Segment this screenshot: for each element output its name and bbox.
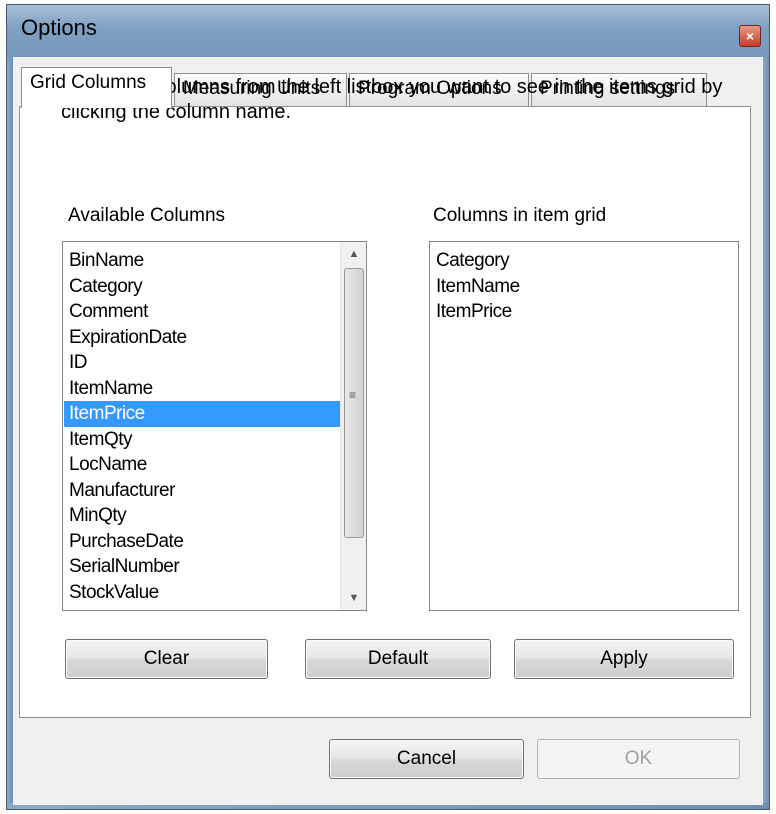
list-item[interactable]: ItemPrice <box>431 299 731 325</box>
clear-button[interactable]: Clear <box>65 639 268 679</box>
tab-label: Grid Columns <box>30 72 147 93</box>
list-item[interactable]: ID <box>64 350 340 376</box>
list-item[interactable]: LocName <box>64 452 340 478</box>
list-item[interactable]: ExpirationDate <box>64 325 340 351</box>
close-icon[interactable]: × <box>739 25 761 47</box>
ok-button[interactable]: OK <box>537 739 740 779</box>
list-item[interactable]: ItemPrice <box>64 401 340 427</box>
list-item[interactable]: ItemName <box>431 274 731 300</box>
list-item[interactable]: PurchaseDate <box>64 529 340 555</box>
list-item[interactable]: SerialNumber <box>64 554 340 580</box>
list-item[interactable]: Comment <box>64 299 340 325</box>
columns-in-grid-listbox[interactable]: Category ItemName ItemPrice <box>429 241 739 611</box>
default-button[interactable]: Default <box>305 639 491 679</box>
window-title: Options <box>21 15 97 40</box>
available-columns-label: Available Columns <box>68 205 226 226</box>
tab-grid-columns[interactable]: Grid Columns <box>21 67 172 108</box>
apply-button[interactable]: Apply <box>514 639 734 679</box>
available-columns-listbox[interactable]: BinName Category Comment ExpirationDate ID It… <box>62 241 367 611</box>
list-item[interactable]: Category <box>64 274 340 300</box>
window-frame-right <box>763 57 769 809</box>
grip-icon: ≡ <box>349 388 357 402</box>
title-bar[interactable]: Options × <box>7 5 769 57</box>
list-item[interactable]: BinName <box>64 248 340 274</box>
cancel-button[interactable]: Cancel <box>329 739 524 779</box>
scroll-down-icon[interactable]: ▼ <box>341 586 366 610</box>
vertical-scrollbar[interactable]: ▲ ≡ ▼ <box>340 242 366 610</box>
options-dialog: Options × Grid Columns Measuring Units P… <box>6 4 770 810</box>
list-item[interactable]: MinQty <box>64 503 340 529</box>
list-item[interactable]: ItemQty <box>64 427 340 453</box>
list-item[interactable]: Category <box>431 248 731 274</box>
list-item[interactable]: Manufacturer <box>64 478 340 504</box>
scroll-up-icon[interactable]: ▲ <box>341 242 366 266</box>
list-item[interactable]: ItemName <box>64 376 340 402</box>
columns-in-grid-label: Columns in item grid <box>433 205 607 226</box>
scrollbar-thumb[interactable]: ≡ <box>344 268 364 538</box>
list-item[interactable]: StockValue <box>64 580 340 606</box>
